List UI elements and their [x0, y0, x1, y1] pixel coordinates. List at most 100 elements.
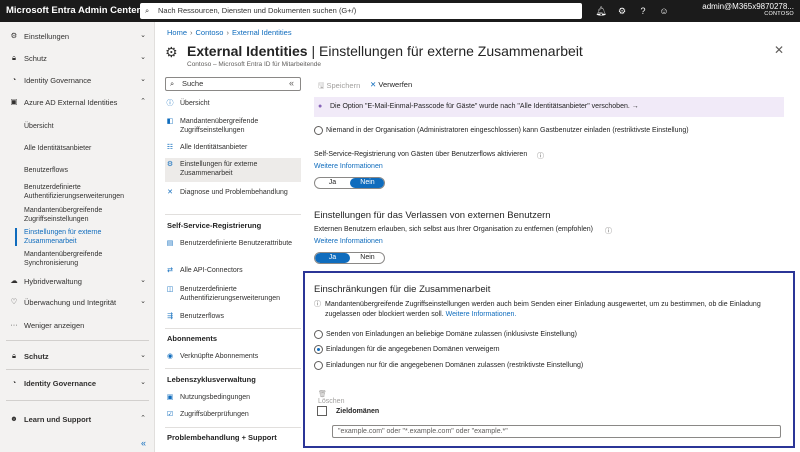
check-circle-icon: ●	[318, 103, 323, 110]
nav-sub-external-collab-settings[interactable]: Einstellungen für externe Zusammenarbeit	[15, 228, 140, 246]
menu-item-external-collab-settings[interactable]: ⚙ Einstellungen für externe Zusammenarbei…	[165, 158, 301, 182]
account-menu[interactable]: admin@M365x9870278... CONTOSO	[702, 2, 794, 17]
select-all-checkbox[interactable]	[317, 406, 327, 416]
gear-icon[interactable]: ⚙	[616, 5, 628, 17]
radio-circle	[314, 361, 323, 370]
nav-item-show-less[interactable]: ··· Weniger anzeigen	[0, 319, 155, 333]
lock-icon: 🔒︎	[12, 53, 16, 62]
leave-toggle[interactable]: Ja Nein	[314, 252, 385, 264]
menu-item-auth-extensions[interactable]: ◫ Benutzerdefinierte Authentifizierungser…	[165, 285, 301, 305]
gear-icon: ⚙	[166, 161, 174, 168]
connector-icon: ⇄	[167, 267, 173, 274]
governance-icon: ◔	[11, 378, 17, 387]
governance-icon: ◔	[11, 75, 17, 84]
menu-item-user-attributes[interactable]: ▤ Benutzerdefinierte Benutzerattribute	[165, 239, 301, 259]
nav-item-schutz[interactable]: 🔒︎ Schutz ⌄	[0, 52, 155, 66]
ssr-toggle-yes[interactable]: Ja	[315, 178, 350, 188]
menu-divider	[165, 328, 301, 329]
menu-item-cross-tenant-access[interactable]: ◧ Mandantenübergreifende Zugriffseinstell…	[165, 117, 301, 137]
chevron-down-icon: ⌄	[140, 277, 146, 284]
breadcrumb: Home › Contoso › External Identities	[167, 28, 292, 37]
radio-deny-specified-domains[interactable]: Einladungen für die angegebenen Domänen …	[314, 345, 500, 354]
chevron-down-icon: ⌄	[140, 54, 146, 61]
menu-section-self-service: Self-Service-Registrierung	[167, 221, 262, 230]
breadcrumb-home[interactable]: Home	[167, 28, 187, 37]
nav-sub-identity-providers[interactable]: Alle Identitätsanbieter	[24, 144, 149, 153]
nav-divider	[6, 340, 149, 341]
more-info-link-collab[interactable]: Weitere Informationen.	[446, 311, 517, 318]
help-icon[interactable]: ?	[637, 5, 649, 17]
nav-item-monitoring[interactable]: ♡ Überwachung und Integrität ⌄	[0, 296, 155, 310]
terms-icon: ▣	[166, 394, 174, 401]
collapse-nav-icon[interactable]: «	[141, 438, 146, 448]
hybrid-icon: ☁	[10, 276, 18, 285]
info-icon: ⓘ	[166, 100, 174, 107]
nav-item-schutz-2[interactable]: 🔒︎ Schutz ⌄	[0, 350, 155, 364]
nav-divider	[6, 369, 149, 370]
radio-allow-any-domain[interactable]: Senden von Einladungen an beliebige Domä…	[314, 330, 577, 339]
chevron-down-icon: ⌄	[140, 352, 146, 359]
menu-divider	[165, 427, 301, 428]
target-domains-header: Zieldomänen	[336, 408, 380, 415]
menu-search-input[interactable]: ⌕ Suche	[165, 77, 301, 91]
close-icon[interactable]: ✕	[774, 43, 784, 57]
nav-sub-auth-extensions[interactable]: Benutzerdefinierte Authentifizierungserw…	[24, 183, 149, 201]
more-info-link-leave[interactable]: Weitere Informationen	[314, 238, 383, 245]
delete-button[interactable]: 🗑︎ Löschen	[318, 390, 344, 405]
menu-section-lifecycle: Lebenszyklusverwaltung	[167, 375, 256, 384]
menu-divider	[165, 368, 301, 369]
collab-info-text: ⓘ Mandantenübergreifende Zugriffseinstel…	[314, 301, 761, 318]
breadcrumb-contoso[interactable]: Contoso	[196, 28, 224, 37]
page-subtitle: Contoso – Microsoft Entra ID für Mitarbe…	[187, 61, 322, 68]
global-search[interactable]: ⌕ Nach Ressourcen, Diensten und Dokument…	[140, 3, 582, 19]
leave-toggle-yes[interactable]: Ja	[315, 253, 350, 263]
brand-title[interactable]: Microsoft Entra Admin Center	[6, 5, 140, 16]
nav-item-identity-governance-2[interactable]: ◔ Identity Governance ⌄	[0, 377, 155, 391]
account-name: admin@M365x9870278...	[702, 2, 794, 11]
wrench-icon: ✕	[167, 189, 173, 196]
info-banner: ● Die Option "E-Mail-Einmal-Passcode für …	[314, 97, 784, 117]
settings-icon: ⚙	[10, 31, 18, 40]
radio-no-one-can-invite[interactable]: Niemand in der Organisation (Administrat…	[314, 126, 689, 135]
info-icon[interactable]: ⓘ	[537, 151, 544, 161]
nav-item-hybrid[interactable]: ☁ Hybridverwaltung ⌄	[0, 275, 155, 289]
info-icon[interactable]: ⓘ	[605, 226, 612, 236]
more-options-icon[interactable]: ···	[567, 43, 578, 55]
nav-sub-overview[interactable]: Übersicht	[24, 122, 149, 131]
top-bar: Microsoft Entra Admin Center ⌕ Nach Ress…	[0, 0, 800, 22]
collab-restrictions-highlight	[303, 271, 795, 448]
discard-button[interactable]: ✕ Verwerfen	[370, 80, 412, 89]
trash-icon: 🗑︎	[318, 391, 327, 398]
bell-icon[interactable]: 🔔︎	[595, 5, 607, 17]
providers-icon: ☷	[166, 144, 174, 151]
subscription-icon: ◉	[166, 353, 174, 360]
nav-sub-user-flows[interactable]: Benutzerflows	[24, 166, 149, 175]
person-icon: ☻	[10, 414, 18, 423]
breadcrumb-external-identities[interactable]: External Identities	[232, 28, 292, 37]
nav-sub-cross-tenant-sync[interactable]: Mandantenübergreifende Synchronisierung	[24, 250, 149, 268]
ssr-toggle[interactable]: Ja Nein	[314, 177, 385, 189]
menu-section-subscriptions: Abonnements	[167, 334, 218, 343]
nav-item-learn-support[interactable]: ☻ Learn und Support ⌃	[0, 413, 155, 427]
search-icon: ⌕	[170, 79, 175, 88]
more-info-link-ssr[interactable]: Weitere Informationen	[314, 163, 383, 170]
feedback-icon[interactable]: ☺	[658, 5, 670, 17]
menu-item-diagnose[interactable]: ✕ Diagnose und Problembehandlung	[165, 188, 301, 208]
nav-sub-cross-tenant-access[interactable]: Mandantenübergreifende Zugriffseinstellu…	[24, 206, 149, 224]
ssr-label: Self-Service-Registrierung von Gästen üb…	[314, 151, 528, 158]
nav-item-identity-governance[interactable]: ◔ Identity Governance ⌄	[0, 74, 155, 88]
chevron-up-icon: ⌃	[140, 415, 146, 422]
nav-item-external-identities[interactable]: ▣ Azure AD External Identities ⌃	[0, 96, 155, 110]
radio-allow-only-specified[interactable]: Einladungen nur für die angegebenen Domä…	[314, 361, 583, 370]
collab-restrictions-title: Einschränkungen für die Zusammenarbeit	[314, 284, 491, 295]
collapse-menu-icon[interactable]: «	[289, 78, 294, 88]
save-button[interactable]: 🖫︎ Speichern	[318, 80, 360, 93]
ssr-toggle-no[interactable]: Nein	[350, 178, 384, 188]
leave-toggle-no[interactable]: Nein	[350, 253, 384, 263]
extension-icon: ◫	[166, 286, 174, 293]
menu-divider	[165, 214, 301, 215]
nav-item-einstellungen[interactable]: ⚙ Einstellungen ⌄	[0, 30, 155, 44]
chevron-down-icon: ⌄	[140, 379, 146, 386]
global-search-placeholder: Nach Ressourcen, Diensten und Dokumenten…	[158, 6, 357, 15]
domain-input[interactable]: "example.com" oder "*.example.com" oder …	[332, 425, 781, 438]
